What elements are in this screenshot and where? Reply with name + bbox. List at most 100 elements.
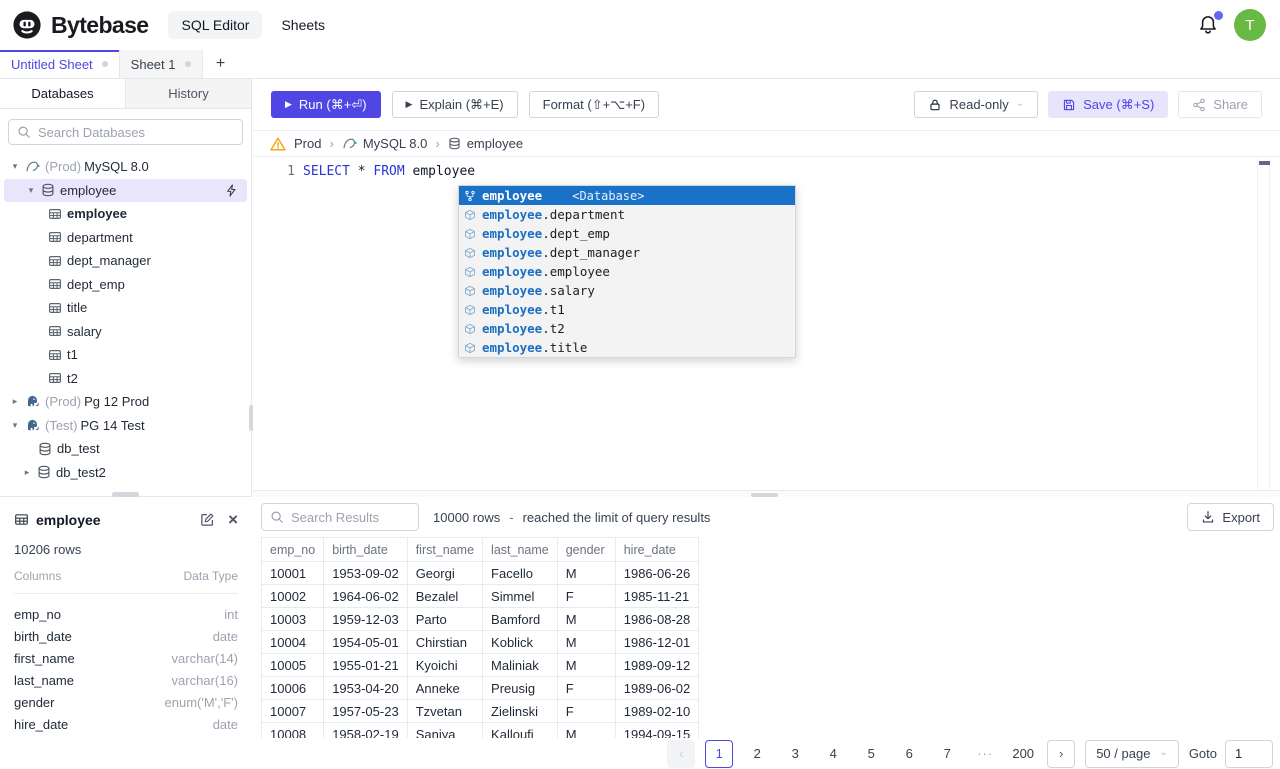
cell: Anneke [406, 676, 484, 700]
page-size-select[interactable]: 50 / page ⌄ [1085, 739, 1179, 768]
read-only-dropdown[interactable]: Read-only ⌄ [914, 91, 1039, 118]
column-header[interactable]: first_name [406, 537, 484, 562]
tree-table-t2[interactable]: t2 [0, 367, 251, 391]
chevron-right-icon[interactable]: ▸ [10, 396, 20, 407]
autocomplete-item[interactable]: employee.title [459, 338, 795, 357]
chevron-down-icon[interactable]: ▾ [10, 420, 20, 431]
share-button[interactable]: Share [1178, 91, 1262, 118]
tree-table-t1[interactable]: t1 [0, 343, 251, 367]
tab-databases[interactable]: Databases [0, 79, 125, 108]
tree-table-dept-emp[interactable]: dept_emp [0, 273, 251, 297]
nav-sheets[interactable]: Sheets [281, 17, 325, 33]
download-icon [1201, 510, 1215, 524]
autocomplete-item[interactable]: employee.department [459, 205, 795, 224]
tree-table-department[interactable]: department [0, 226, 251, 250]
close-icon[interactable]: × [228, 511, 238, 528]
results-search[interactable] [261, 503, 419, 531]
column-header[interactable]: last_name [482, 537, 558, 562]
page-next-button[interactable]: › [1047, 739, 1076, 768]
goto-page-input[interactable] [1225, 739, 1273, 768]
page-button-6[interactable]: 6 [895, 740, 923, 768]
database-label: db_test [57, 441, 100, 457]
table-row[interactable]: 10004 1954-05-01 Chirstian Koblick M 1986-12-… [261, 630, 700, 654]
sql-code-editor[interactable]: 1 SELECT * FROM employee employee <Datab… [253, 156, 1280, 490]
run-button[interactable]: ▶ Run (⌘+⏎) [271, 91, 381, 118]
autocomplete-item[interactable]: employee.t1 [459, 300, 795, 319]
table-row[interactable]: 10008 1958-02-19 Saniya Kalloufi M 1994-09-15 [261, 722, 700, 738]
editor-toolbar: ▶ Run (⌘+⏎) ▶ Explain (⌘+E) Format (⇧+⌥+… [253, 79, 1280, 131]
breadcrumb-database[interactable]: employee [448, 136, 523, 151]
export-button[interactable]: Export [1187, 503, 1274, 531]
tree-database-db-test[interactable]: db_test [0, 437, 251, 461]
table-label: title [67, 300, 88, 316]
tree-table-title[interactable]: title [0, 296, 251, 320]
autocomplete-item[interactable]: employee.employee [459, 262, 795, 281]
avatar[interactable]: T [1234, 9, 1266, 41]
page-button-5[interactable]: 5 [857, 740, 885, 768]
chevron-right-icon[interactable]: ▸ [22, 467, 32, 478]
tab-untitled-sheet[interactable]: Untitled Sheet [0, 50, 120, 78]
table-row[interactable]: 10007 1957-05-23 Tzvetan Zielinski F 1989-02-… [261, 699, 700, 723]
suggestion-label: employee [482, 188, 543, 203]
database-label: employee [60, 182, 117, 198]
notification-bell-icon[interactable] [1197, 11, 1223, 36]
tree-database-db-test2[interactable]: ▸ db_test2 [0, 461, 251, 485]
cell: Parto [406, 607, 484, 631]
chevron-down-icon[interactable]: ▾ [10, 161, 20, 172]
unsaved-dot-icon[interactable] [184, 61, 191, 67]
page-button-3[interactable]: 3 [781, 740, 809, 768]
autocomplete-item[interactable]: employee.dept_emp [459, 224, 795, 243]
database-search-input[interactable] [38, 124, 234, 140]
table-row[interactable]: 10002 1964-06-02 Bezalel Simmel F 1985-11-21 [261, 584, 700, 608]
tree-table-salary[interactable]: salary [0, 320, 251, 344]
autocomplete-item[interactable]: employee.salary [459, 281, 795, 300]
tab-sheet-1[interactable]: Sheet 1 [119, 50, 203, 78]
editor-content: ▶ Run (⌘+⏎) ▶ Explain (⌘+E) Format (⇧+⌥+… [253, 79, 1280, 769]
edit-icon[interactable] [200, 512, 215, 527]
format-button[interactable]: Format (⇧+⌥+F) [528, 91, 660, 118]
breadcrumb-instance[interactable]: MySQL 8.0 [342, 136, 427, 151]
tree-database-employee[interactable]: ▾ employee [4, 178, 247, 202]
page-button-4[interactable]: 4 [819, 740, 847, 768]
table-row[interactable]: 10001 1953-09-02 Georgi Facello M 1986-06-26 [261, 561, 700, 585]
page-button-200[interactable]: 200 [1009, 740, 1037, 768]
save-button[interactable]: Save (⌘+S) [1048, 91, 1169, 118]
autocomplete-item-database[interactable]: employee <Database> [459, 186, 795, 205]
nav-sql-editor[interactable]: SQL Editor [168, 11, 263, 39]
column-header[interactable]: gender [556, 537, 616, 562]
autocomplete-item[interactable]: employee.dept_manager [459, 243, 795, 262]
database-ref-icon [464, 190, 476, 202]
chevron-right-icon: › [435, 136, 440, 151]
page-button-7[interactable]: 7 [933, 740, 961, 768]
tree-instance-pg14[interactable]: ▾ (Test) PG 14 Test [0, 414, 251, 438]
page-prev-button[interactable]: ‹ [667, 739, 696, 768]
page-button-2[interactable]: 2 [743, 740, 771, 768]
tree-instance-pg12[interactable]: ▸ (Prod) Pg 12 Prod [0, 390, 251, 414]
database-search[interactable] [8, 119, 243, 145]
column-header[interactable]: birth_date [323, 537, 408, 562]
table-row[interactable]: 10006 1953-04-20 Anneke Preusig F 1989-06-02 [261, 676, 700, 700]
table-row[interactable]: 10005 1955-01-21 Kyoichi Maliniak M 1989-09-1… [261, 653, 700, 677]
table-icon [48, 348, 62, 362]
results-table[interactable]: emp_no birth_date first_name last_name g… [261, 537, 1262, 738]
unsaved-dot-icon[interactable] [101, 61, 108, 67]
tree-table-employee[interactable]: employee [0, 202, 251, 226]
bytebase-logo[interactable]: Bytebase [12, 10, 149, 40]
explain-button[interactable]: ▶ Explain (⌘+E) [391, 91, 518, 118]
column-header[interactable]: hire_date [614, 537, 700, 562]
tree-instance-mysql[interactable]: ▾ (Prod) MySQL 8.0 [0, 155, 251, 179]
page-button-1[interactable]: 1 [705, 739, 734, 768]
table-row[interactable]: 10003 1959-12-03 Parto Bamford M 1986-08-28 [261, 607, 700, 631]
editor-scrollbar[interactable] [1257, 158, 1270, 489]
database-label: db_test2 [56, 464, 106, 480]
breadcrumb-env[interactable]: Prod [294, 136, 321, 151]
editor-scrollbar-thumb[interactable] [1259, 161, 1270, 165]
chevron-down-icon[interactable]: ▾ [26, 185, 36, 196]
autocomplete-item[interactable]: employee.t2 [459, 319, 795, 338]
tab-history[interactable]: History [125, 79, 251, 108]
tree-table-dept-manager[interactable]: dept_manager [0, 249, 251, 273]
connect-bolt-icon[interactable] [225, 184, 238, 197]
results-search-input[interactable] [291, 509, 410, 525]
column-header[interactable]: emp_no [261, 537, 325, 562]
add-sheet-button[interactable]: + [203, 50, 239, 78]
